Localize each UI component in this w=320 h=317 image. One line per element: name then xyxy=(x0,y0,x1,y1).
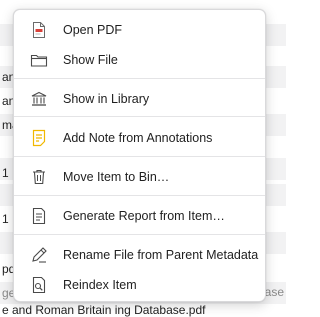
menu-separator xyxy=(14,195,265,196)
rename-icon xyxy=(30,246,48,264)
menu-item-label: Show in Library xyxy=(63,92,150,106)
context-menu: Open PDF Show File Show in Library Add N… xyxy=(13,9,266,302)
menu-item-reindex-item[interactable]: Reindex Item xyxy=(22,272,257,298)
menu-item-move-to-bin[interactable]: Move Item to Bin… xyxy=(22,164,257,190)
menu-separator xyxy=(14,78,265,79)
menu-item-label: Rename File from Parent Metadata xyxy=(63,248,259,262)
reindex-icon xyxy=(30,276,48,294)
menu-item-open-pdf[interactable]: Open PDF xyxy=(22,17,257,43)
menu-item-label: Open PDF xyxy=(63,23,123,37)
menu-item-label: Generate Report from Item… xyxy=(63,209,225,223)
menu-item-label: Move Item to Bin… xyxy=(63,170,170,184)
pdf-file-icon xyxy=(30,21,48,39)
folder-icon xyxy=(30,51,48,69)
menu-item-rename-file[interactable]: Rename File from Parent Metadata xyxy=(22,242,259,268)
menu-separator xyxy=(14,116,265,117)
menu-item-label: Show File xyxy=(63,53,118,67)
menu-item-generate-report[interactable]: Generate Report from Item… xyxy=(22,203,257,229)
menu-item-add-note[interactable]: Add Note from Annotations xyxy=(22,125,257,151)
library-icon xyxy=(30,90,48,108)
menu-item-show-in-library[interactable]: Show in Library xyxy=(22,86,257,112)
menu-item-label: Reindex Item xyxy=(63,278,137,292)
note-icon xyxy=(30,129,48,147)
trash-icon xyxy=(30,168,48,186)
list-row-filename[interactable]: e and Roman Britain ing Database.pdf xyxy=(0,303,286,317)
menu-separator xyxy=(14,156,265,157)
report-icon xyxy=(30,207,48,225)
menu-separator xyxy=(14,234,265,235)
menu-item-show-file[interactable]: Show File xyxy=(22,47,257,73)
menu-item-label: Add Note from Annotations xyxy=(63,131,213,145)
